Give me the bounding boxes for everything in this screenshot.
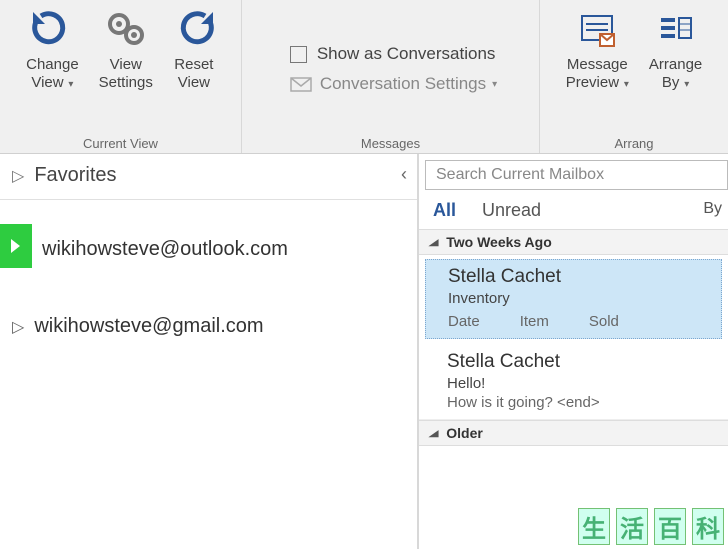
message-preview-button[interactable]: MessagePreview ▾ [556, 4, 639, 94]
expand-triangle-icon: ▷ [12, 166, 24, 186]
account-item-outlook[interactable]: wikihowsteve@outlook.com [0, 226, 417, 273]
group-label: Older [446, 425, 483, 441]
group-label-current-view: Current View [83, 136, 158, 151]
arrange-by-button[interactable]: ArrangeBy ▾ [639, 4, 712, 94]
email-preview: How is it going? <end> [447, 394, 714, 411]
reset-view-label: ResetView [174, 56, 213, 92]
collapse-pane-icon[interactable]: ‹ [401, 164, 407, 185]
col-date: Date [448, 313, 480, 330]
reset-view-button[interactable]: ResetView [163, 4, 225, 94]
show-as-conversations-checkbox[interactable]: Show as Conversations [284, 40, 503, 68]
navigation-pane: ▷ Favorites ‹ wikihowsteve@outlook.com ▷… [0, 154, 418, 549]
search-placeholder: Search Current Mailbox [436, 166, 604, 184]
message-list-pane: Search Current Mailbox All Unread By ◢ T… [418, 154, 728, 549]
view-settings-label: ViewSettings [99, 56, 153, 92]
group-label-arrangement: Arrang [614, 136, 653, 151]
expand-triangle-icon: ▷ [12, 317, 24, 337]
arrange-by-icon [655, 10, 697, 52]
conversation-settings-button[interactable]: Conversation Settings ▾ [284, 70, 503, 98]
conversation-settings-label: Conversation Settings [320, 74, 486, 94]
annotation-highlight [0, 224, 32, 268]
filter-unread[interactable]: Unread [482, 200, 541, 221]
reset-icon [173, 10, 215, 52]
col-item: Item [520, 313, 549, 330]
envelope-icon [290, 75, 312, 93]
ribbon-group-current-view: ChangeView ▾ ViewSettings ResetView Curr… [0, 0, 242, 153]
account-item-gmail[interactable]: ▷ wikihowsteve@gmail.com [0, 303, 417, 350]
main-area: ▷ Favorites ‹ wikihowsteve@outlook.com ▷… [0, 154, 728, 549]
group-label-messages: Messages [361, 136, 420, 151]
ribbon-group-arrangement: MessagePreview ▾ ArrangeBy ▾ Arrang [540, 0, 728, 153]
col-sold: Sold [589, 313, 619, 330]
dropdown-caret-icon: ▾ [492, 79, 497, 90]
email-sender: Stella Cachet [448, 266, 707, 288]
show-as-conversations-label: Show as Conversations [317, 44, 496, 64]
watermark: 生活百科 [578, 508, 724, 545]
filter-row: All Unread By [419, 190, 728, 229]
email-item[interactable]: Stella Cachet Hello! How is it going? <e… [419, 343, 728, 420]
collapse-triangle-icon: ◢ [429, 428, 438, 438]
change-view-icon [31, 10, 73, 52]
email-subject: Hello! [447, 375, 714, 392]
sort-by[interactable]: By [703, 200, 722, 218]
group-header-two-weeks[interactable]: ◢ Two Weeks Ago [419, 229, 728, 255]
dropdown-caret-icon: ▾ [681, 79, 689, 90]
email-preview-row: Date Item Sold [448, 313, 707, 330]
gear-icon [105, 10, 147, 52]
email-subject: Inventory [448, 290, 707, 307]
dropdown-caret-icon: ▾ [621, 79, 629, 90]
search-input[interactable]: Search Current Mailbox [425, 160, 728, 190]
favorites-section[interactable]: ▷ Favorites ‹ [0, 154, 417, 200]
collapse-triangle-icon: ◢ [429, 237, 438, 247]
checkbox-icon [290, 46, 307, 63]
message-preview-label: MessagePreview [566, 56, 628, 91]
view-settings-button[interactable]: ViewSettings [89, 4, 163, 94]
group-header-older[interactable]: ◢ Older [419, 420, 728, 446]
expand-triangle-icon [8, 237, 22, 255]
message-preview-icon [576, 10, 618, 52]
dropdown-caret-icon: ▾ [66, 79, 74, 90]
email-sender: Stella Cachet [447, 351, 714, 373]
ribbon-group-messages: Show as Conversations Conversation Setti… [242, 0, 540, 153]
group-label: Two Weeks Ago [446, 234, 552, 250]
account-label: wikihowsteve@outlook.com [42, 238, 288, 261]
account-label: wikihowsteve@gmail.com [34, 315, 263, 338]
arrange-by-label: ArrangeBy [649, 56, 702, 91]
filter-all[interactable]: All [433, 200, 456, 221]
change-view-button[interactable]: ChangeView ▾ [16, 4, 89, 94]
favorites-label: Favorites [34, 164, 116, 187]
email-item[interactable]: Stella Cachet Inventory Date Item Sold [425, 259, 722, 339]
ribbon: ChangeView ▾ ViewSettings ResetView Curr… [0, 0, 728, 154]
